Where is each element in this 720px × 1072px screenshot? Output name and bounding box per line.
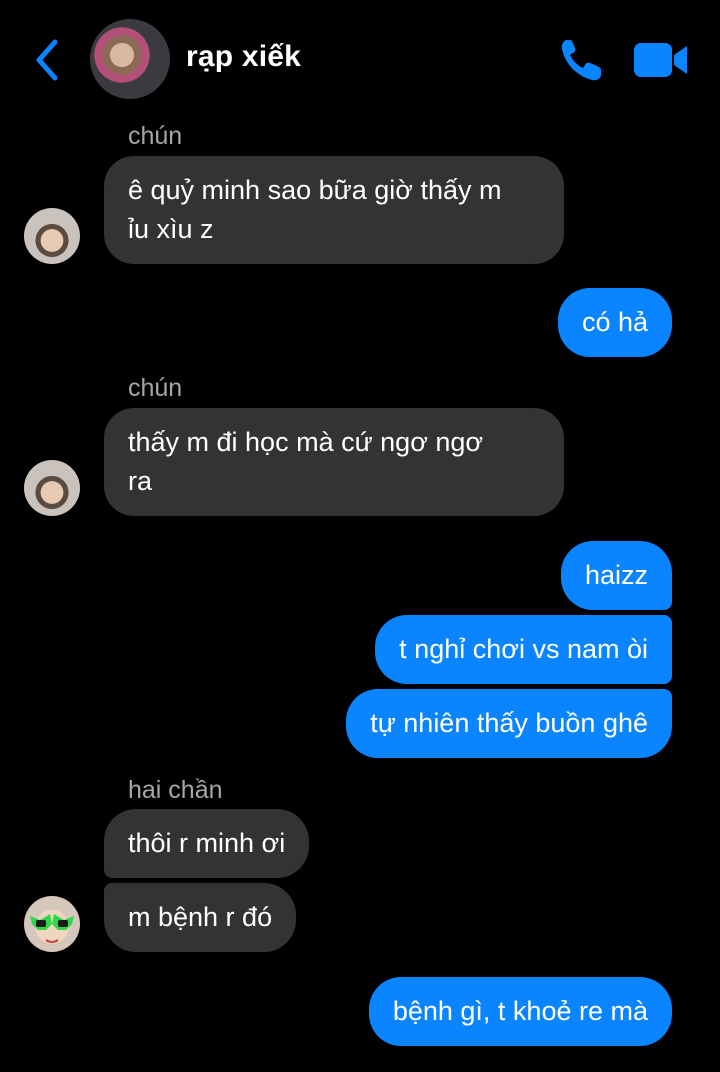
outgoing-message-bubble[interactable]: có hả — [557, 288, 672, 357]
message-text: m bệnh r đó — [128, 902, 273, 932]
back-button[interactable] — [26, 36, 66, 84]
outgoing-message-bubble[interactable]: tự nhiên thấy buồn ghê — [346, 689, 672, 758]
sender-name: hai chần — [128, 776, 223, 804]
outgoing-message-bubble[interactable]: bệnh gì, t khoẻ re mà — [368, 977, 672, 1046]
sunglasses-icon — [30, 914, 74, 943]
contact-avatar[interactable] — [90, 19, 170, 99]
chat-header: rạp xiếk — [0, 0, 720, 120]
sender-avatar[interactable] — [24, 460, 80, 516]
message-line: thấy m đi học mà cứ ngơ ngơ — [128, 427, 484, 457]
message-text: bệnh gì, t khoẻ re mà — [392, 996, 648, 1026]
message-line: ỉu xìu z — [128, 214, 214, 244]
message-text: thôi r minh ơi — [128, 828, 286, 858]
video-call-button[interactable] — [632, 40, 690, 80]
phone-icon — [561, 40, 601, 81]
contact-name[interactable]: rạp xiếk — [186, 40, 301, 74]
message-text: có hả — [581, 307, 648, 337]
voice-call-button[interactable] — [558, 36, 604, 84]
sender-avatar[interactable] — [24, 896, 80, 952]
incoming-message-bubble[interactable]: thôi r minh ơi — [104, 809, 310, 878]
outgoing-message-bubble[interactable]: haizz — [560, 541, 672, 610]
outgoing-message-bubble[interactable]: t nghỉ chơi vs nam òi — [375, 615, 672, 684]
sender-name: chún — [128, 374, 183, 402]
chevron-left-icon — [36, 39, 58, 81]
sender-name: chún — [128, 122, 183, 150]
message-text: haizz — [584, 560, 648, 590]
message-text: tự nhiên thấy buồn ghê — [370, 708, 648, 738]
message-line: ê quỷ minh sao bữa giờ thấy m — [128, 175, 502, 205]
sender-avatar[interactable] — [24, 208, 80, 264]
message-text: t nghỉ chơi vs nam òi — [399, 634, 648, 664]
incoming-message-bubble[interactable]: m bệnh r đó — [104, 883, 297, 952]
incoming-message-bubble[interactable]: thấy m đi học mà cứ ngơ ngơ ra — [104, 408, 564, 516]
incoming-message-bubble[interactable]: ê quỷ minh sao bữa giờ thấy m ỉu xìu z — [104, 156, 564, 264]
video-camera-icon — [634, 43, 687, 77]
message-line: ra — [128, 466, 153, 496]
